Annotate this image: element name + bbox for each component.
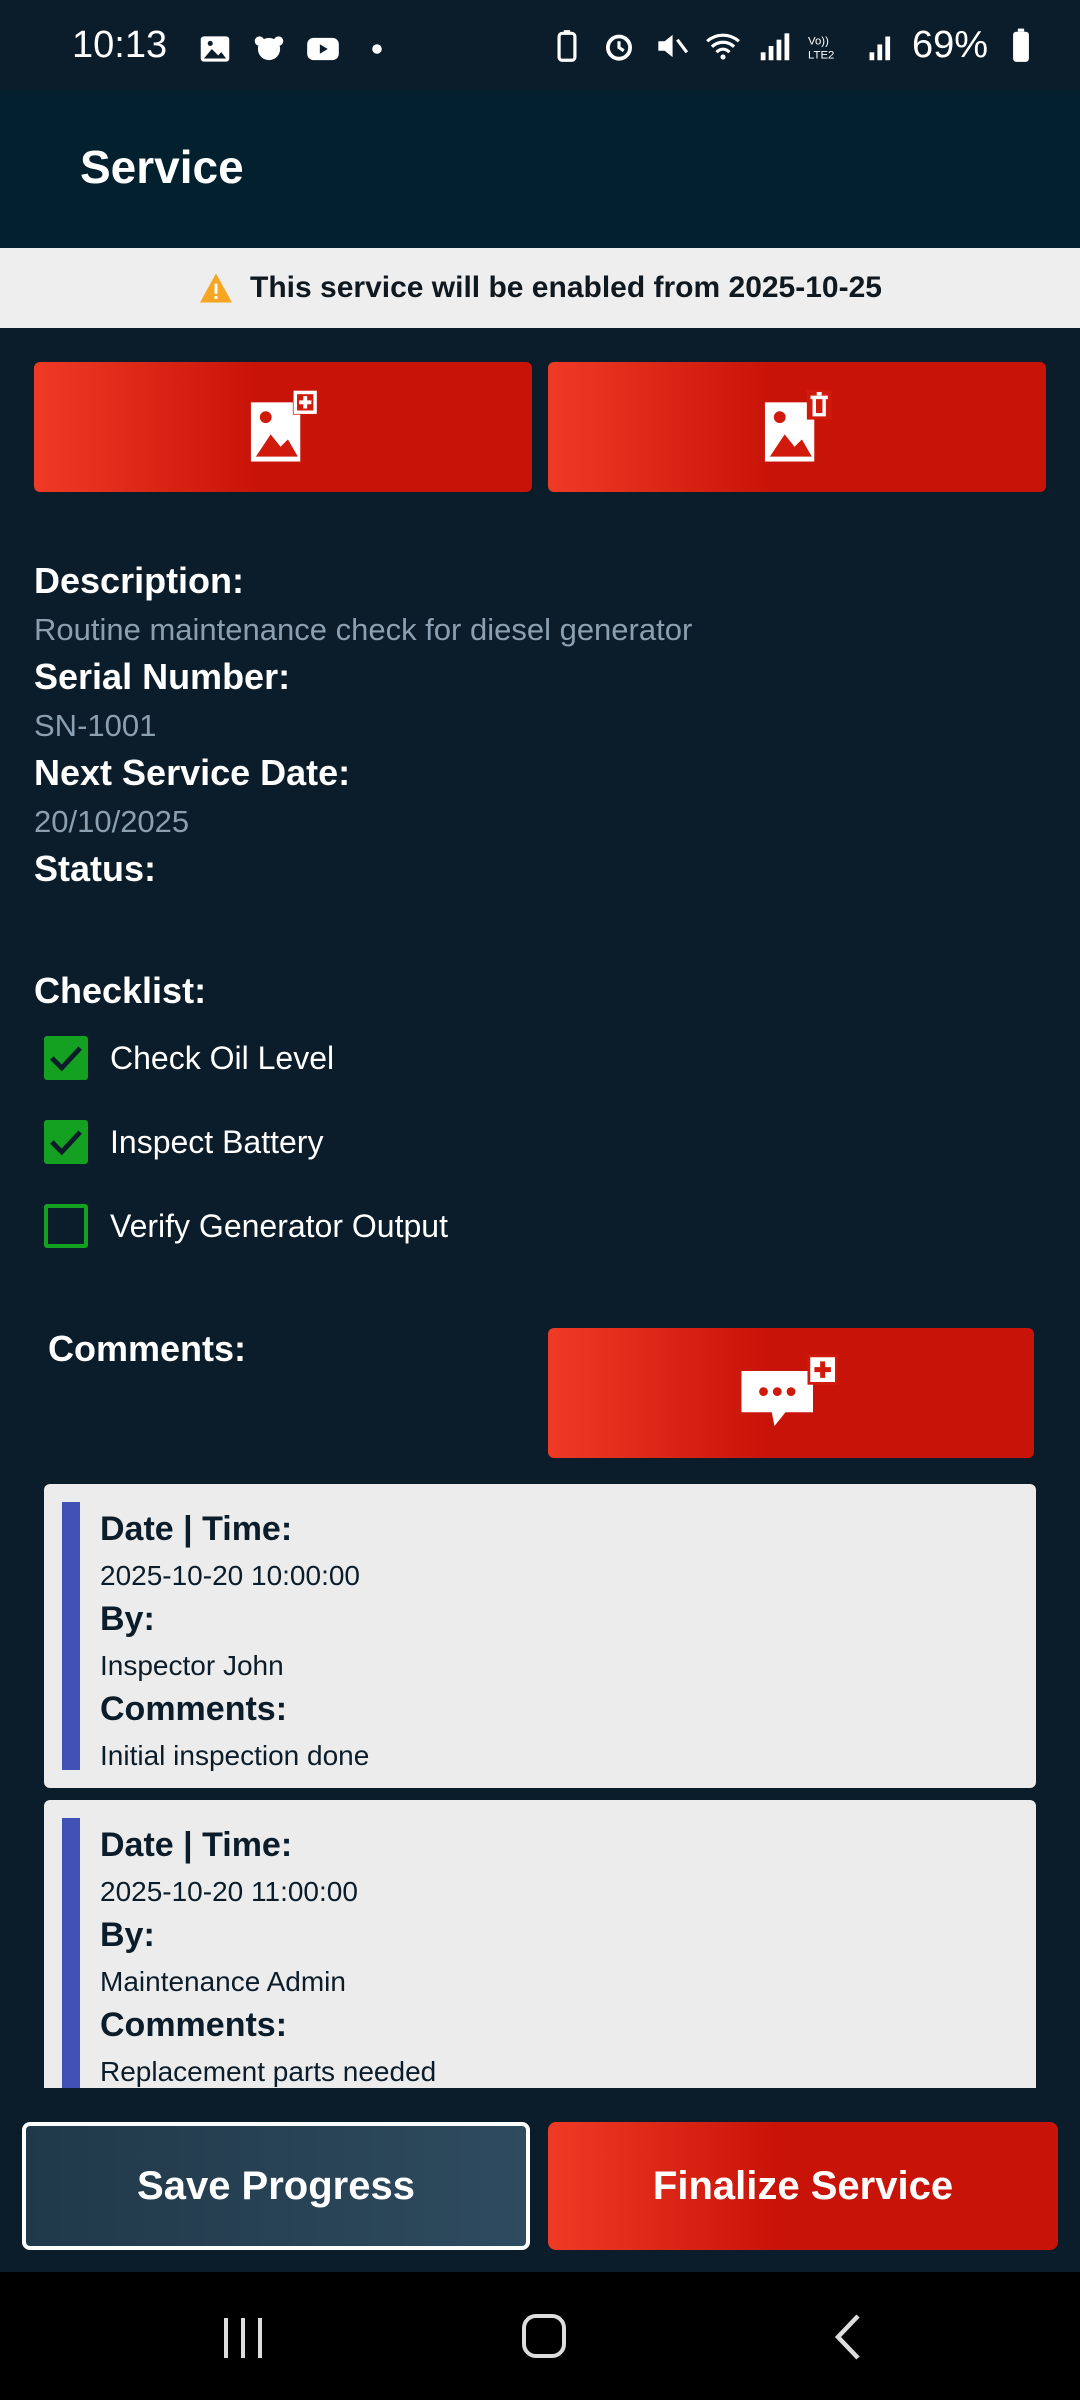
checkbox-checked[interactable]: [44, 1120, 88, 1164]
comment-by: Inspector John: [100, 1650, 284, 1681]
next-service-date-label: Next Service Date:: [34, 752, 351, 793]
save-progress-button[interactable]: Save Progress: [22, 2122, 530, 2250]
signal-roaming-icon: [869, 36, 891, 60]
home-icon[interactable]: [520, 2312, 568, 2360]
checkmark-icon: [50, 1130, 82, 1156]
banner-text: This service will be enabled from 2025-1…: [250, 271, 882, 304]
checklist-label: Checklist:: [34, 970, 207, 1011]
comment-date: 2025-10-20 10:00:00: [100, 1560, 360, 1591]
comment-text-label: Comments:: [100, 2006, 288, 2044]
comment-card-accent: [62, 1818, 80, 2088]
battery-saver-icon: [557, 29, 577, 62]
youtube-icon: [307, 37, 339, 61]
serial-number-value: SN-1001: [34, 708, 157, 743]
page-title: Service: [80, 141, 244, 193]
status-label: Status:: [34, 848, 157, 889]
delete-image-icon: [764, 390, 832, 462]
wifi-icon: [706, 33, 740, 60]
notification-icons: [196, 30, 396, 68]
next-service-date-value: 20/10/2025: [34, 804, 190, 839]
comment-text: Initial inspection done: [100, 1740, 370, 1771]
checklist-item-label: Inspect Battery: [110, 1123, 324, 1160]
serial-number-label: Serial Number:: [34, 656, 291, 697]
comments-list[interactable]: Date | Time: 2025-10-20 10:00:00 By: Ins…: [44, 1484, 1036, 2088]
add-image-button[interactable]: [34, 362, 532, 492]
alarm-icon: [605, 34, 632, 61]
comment-card: Date | Time: 2025-10-20 10:00:00 By: Ins…: [44, 1484, 1036, 1788]
comment-card-accent: [62, 1502, 80, 1770]
svg-text:LTE2: LTE2: [808, 49, 834, 61]
service-enabled-banner: This service will be enabled from 2025-1…: [0, 248, 1080, 328]
system-nav-bar: [0, 2272, 1080, 2400]
add-image-icon: [250, 390, 318, 462]
add-comment-icon: [741, 1354, 838, 1426]
comment-text: Replacement parts needed: [100, 2056, 437, 2087]
finalize-service-button[interactable]: Finalize Service: [548, 2122, 1058, 2250]
checkmark-icon: [50, 1046, 82, 1072]
battery-percent: 69%: [911, 24, 988, 66]
checklist-item[interactable]: Verify Generator Output: [44, 1204, 448, 1248]
battery-icon: [1013, 28, 1029, 62]
signal-icon: [760, 32, 790, 60]
comment-date-label: Date | Time:: [100, 1826, 293, 1864]
volte-signal-icon: Vo)) LTE2: [808, 35, 834, 61]
comment-by: Maintenance Admin: [100, 1966, 346, 1997]
app-notification-icon: [254, 36, 284, 61]
back-icon[interactable]: [830, 2312, 864, 2362]
comment-by-label: By:: [100, 1916, 155, 1954]
app-bar: Service: [0, 90, 1080, 248]
comment-date-label: Date | Time:: [100, 1510, 293, 1548]
description-label: Description:: [34, 560, 245, 601]
comment-card: Date | Time: 2025-10-20 11:00:00 By: Mai…: [44, 1800, 1036, 2088]
add-comment-button[interactable]: [548, 1328, 1034, 1458]
comment-by-label: By:: [100, 1600, 155, 1638]
checklist-item[interactable]: Check Oil Level: [44, 1036, 334, 1080]
checklist-item-label: Check Oil Level: [110, 1039, 335, 1076]
checklist-item-label: Verify Generator Output: [110, 1207, 448, 1244]
checklist-item[interactable]: Inspect Battery: [44, 1120, 323, 1164]
mute-icon: [658, 34, 689, 57]
system-status-icons: Vo)) LTE2 69%: [548, 24, 1040, 67]
comment-date: 2025-10-20 11:00:00: [100, 1876, 358, 1907]
comment-text-label: Comments:: [100, 1690, 288, 1728]
svg-text:Vo)): Vo)): [808, 35, 829, 47]
recent-apps-icon[interactable]: [220, 2316, 266, 2360]
checkbox-unchecked[interactable]: [44, 1204, 88, 1248]
status-bar: 10:13 Vo)) LTE2 69%: [0, 0, 1080, 90]
description-value: Routine maintenance check for diesel gen…: [34, 612, 693, 647]
more-dot-icon: [372, 44, 382, 54]
delete-image-button[interactable]: [548, 362, 1046, 492]
comments-label: Comments:: [48, 1328, 247, 1369]
warning-icon: [200, 273, 233, 303]
gallery-icon: [200, 36, 230, 62]
status-time: 10:13: [72, 24, 168, 66]
checkbox-checked[interactable]: [44, 1036, 88, 1080]
